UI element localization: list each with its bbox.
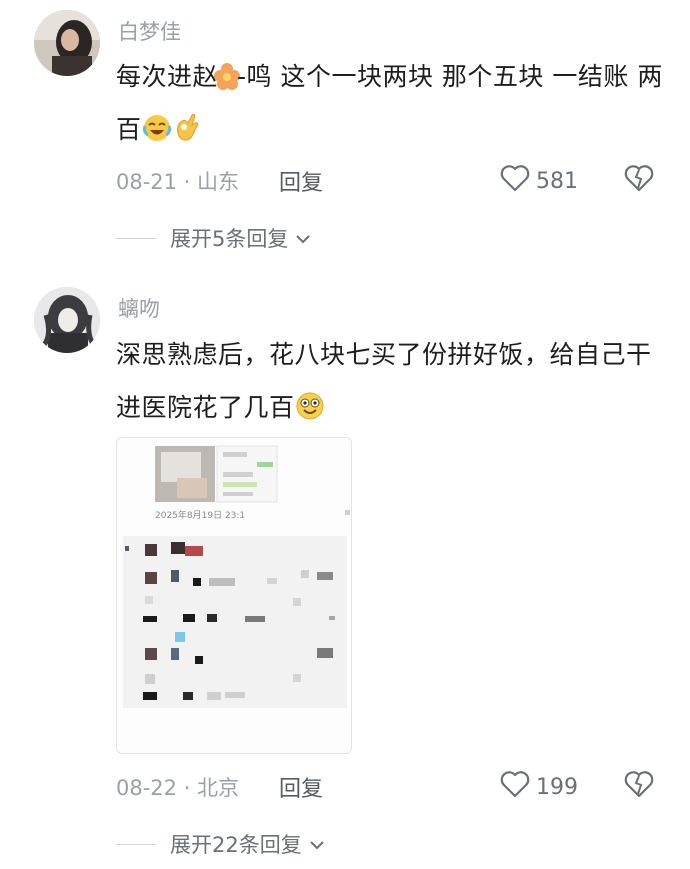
dislike-button[interactable]	[624, 770, 654, 802]
laugh-cry-emoji-icon	[142, 108, 172, 141]
attached-image[interactable]: 2025年8月19日 23:1	[116, 437, 352, 754]
like-count: 199	[536, 774, 578, 800]
comment-text: 每次进赵 -鸣 这个一块两块 那个五块 一结账 两百	[116, 50, 676, 156]
username[interactable]: 螭吻	[118, 293, 160, 323]
divider-line	[116, 843, 156, 845]
avatar[interactable]	[34, 10, 100, 76]
broken-heart-icon	[624, 165, 654, 196]
expand-replies-button[interactable]: 展开22条回复	[116, 829, 326, 859]
ok-hand-emoji-icon	[172, 108, 202, 141]
like-button[interactable]: 581	[500, 164, 578, 198]
reply-button[interactable]: 回复	[279, 165, 323, 197]
heart-outline-icon	[500, 770, 530, 804]
chevron-down-icon	[308, 832, 326, 856]
like-count: 581	[536, 168, 578, 194]
broken-heart-icon	[624, 771, 654, 802]
like-button[interactable]: 199	[500, 770, 578, 804]
avatar[interactable]	[34, 287, 100, 353]
comment-text: 深思熟虑后，花八块七买了份拼好饭，给自己干进医院花了几百	[116, 328, 656, 434]
chevron-down-icon	[294, 226, 312, 250]
expand-replies-label: 展开22条回复	[170, 833, 302, 857]
reply-button[interactable]: 回复	[279, 771, 323, 803]
date-location: 08-22 · 北京	[116, 776, 240, 800]
comment-text-part1: 每次进赵	[116, 62, 219, 91]
expand-replies-label: 展开5条回复	[170, 227, 289, 251]
divider-line	[116, 237, 156, 239]
dislike-button[interactable]	[624, 164, 654, 196]
date-location: 08-21 · 山东	[116, 170, 240, 194]
happy-face-emoji-icon	[295, 386, 325, 420]
username[interactable]: 白梦佳	[118, 16, 181, 46]
heart-outline-icon	[500, 164, 530, 198]
expand-replies-button[interactable]: 展开5条回复	[116, 223, 312, 253]
comment-text-body: 深思熟虑后，花八块七买了份拼好饭，给自己干进医院花了几百	[116, 340, 652, 422]
attachment-timestamp: 2025年8月19日 23:1	[155, 511, 246, 521]
